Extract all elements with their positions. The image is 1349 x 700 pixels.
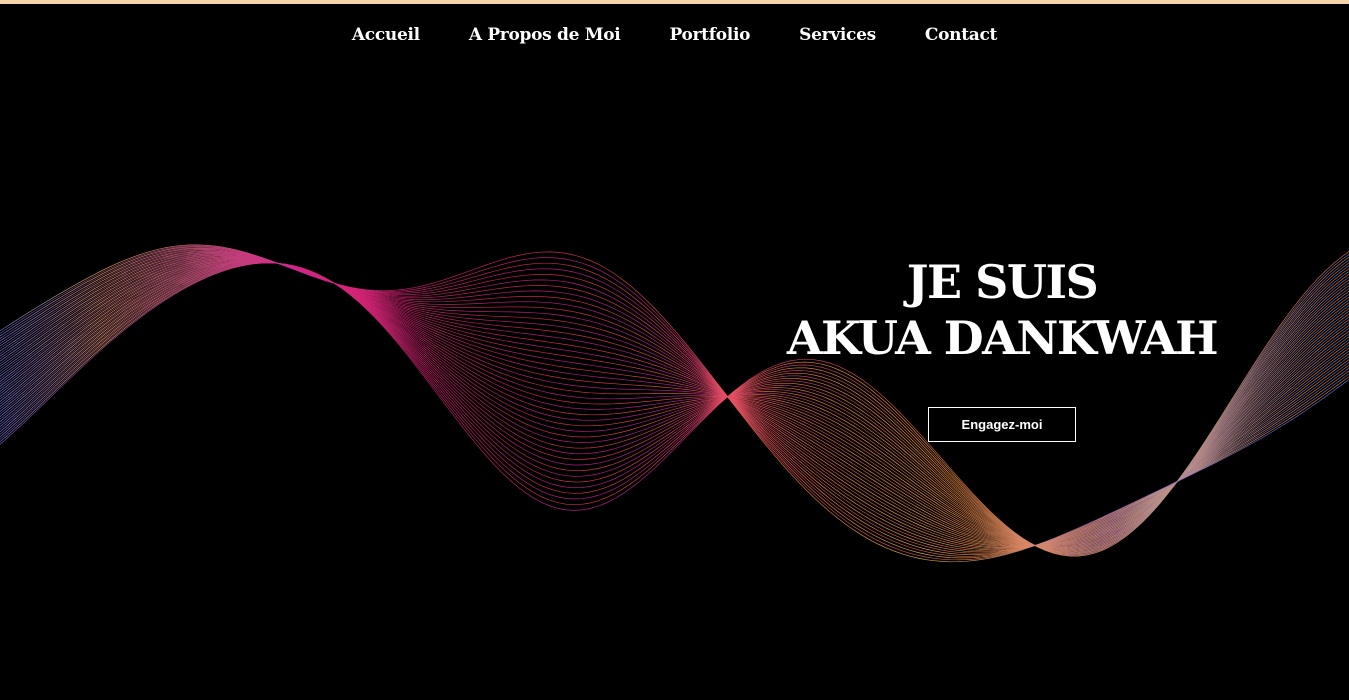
nav-link-portfolio[interactable]: Portfolio [645,22,775,48]
engagez-moi-button[interactable]: Engagez-moi [928,407,1076,442]
hero-heading-name: AKUA DANKWAH [786,311,1219,365]
hero-heading-line-1: JE SUIS [906,255,1099,309]
nav-link-a-propos[interactable]: A Propos de Moi [444,22,645,48]
page: Accueil A Propos de Moi Portfolio Servic… [0,0,1349,700]
nav-link-services[interactable]: Services [775,22,901,48]
main-navigation: Accueil A Propos de Moi Portfolio Servic… [0,22,1349,48]
hero-heading: JE SUIS AKUA DANKWAH [770,254,1234,366]
nav-link-contact[interactable]: Contact [900,22,1021,48]
nav-link-accueil[interactable]: Accueil [327,22,444,48]
